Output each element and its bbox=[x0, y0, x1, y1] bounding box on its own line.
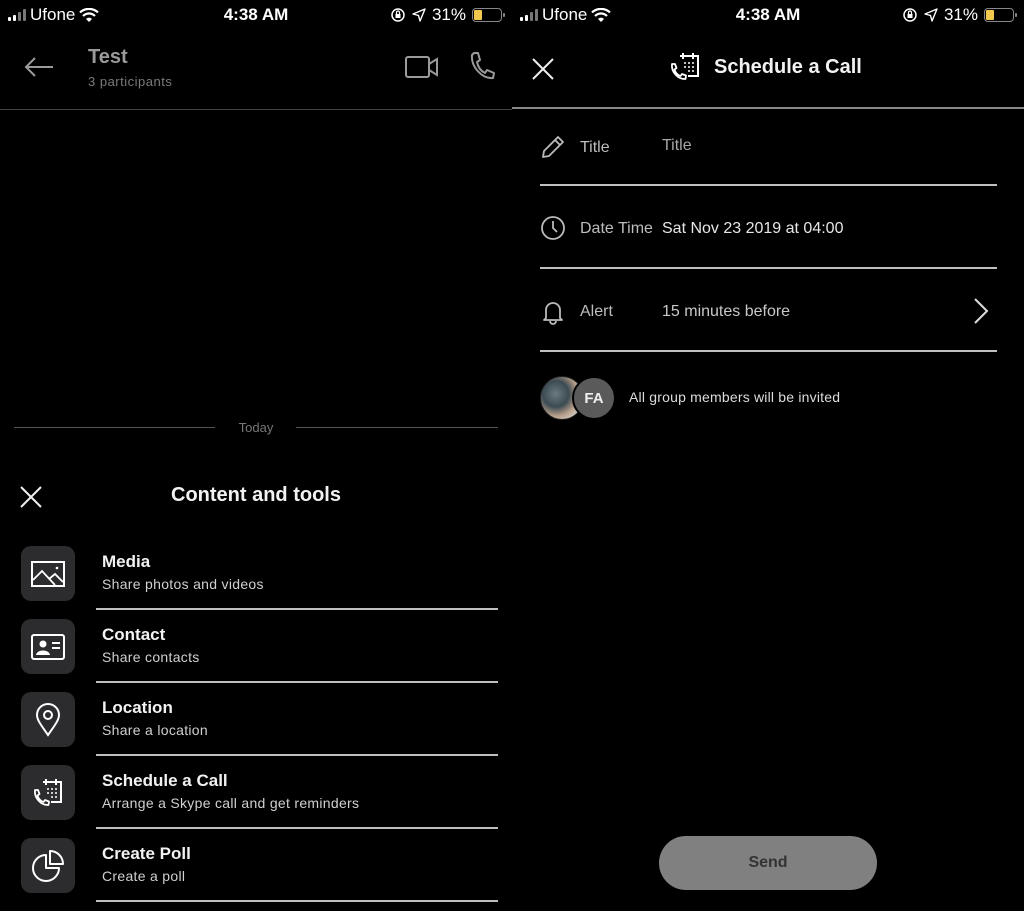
tool-description: Share photos and videos bbox=[102, 576, 264, 592]
chat-header: Test 3 participants bbox=[0, 36, 512, 110]
orientation-lock-icon bbox=[391, 8, 405, 22]
tool-description: Share a location bbox=[102, 722, 208, 738]
tool-label: Schedule a Call bbox=[102, 771, 228, 790]
invite-row: FA All group members will be invited bbox=[540, 374, 1000, 422]
tool-description: Arrange a Skype call and get reminders bbox=[102, 795, 360, 811]
schedule-title: Schedule a Call bbox=[714, 55, 862, 78]
schedule-title-group: Schedule a Call bbox=[668, 50, 862, 84]
status-right: 31% bbox=[902, 5, 1017, 25]
status-bar: Ufone 4:38 AM 31% bbox=[512, 0, 1024, 30]
battery-icon bbox=[472, 8, 505, 22]
bell-icon bbox=[543, 302, 563, 325]
send-button[interactable]: Send bbox=[659, 836, 877, 890]
schedule-call-screen: Ufone 4:38 AM 31% Schedule a Call Title … bbox=[512, 0, 1024, 911]
battery-icon bbox=[984, 8, 1017, 22]
chat-participants: 3 participants bbox=[88, 74, 173, 89]
tool-description: Share contacts bbox=[102, 649, 200, 665]
tool-label: Contact bbox=[102, 625, 166, 644]
video-call-icon[interactable] bbox=[404, 54, 440, 80]
content-tools-title: Content and tools bbox=[171, 484, 341, 506]
title-label: Title bbox=[580, 139, 610, 156]
close-icon[interactable] bbox=[530, 56, 556, 82]
separator bbox=[96, 827, 498, 829]
divider-line bbox=[296, 427, 498, 428]
tool-icon-tile bbox=[21, 619, 75, 674]
tool-icon-tile bbox=[21, 765, 75, 820]
separator bbox=[96, 754, 498, 756]
tool-item-location[interactable]: Location Share a location bbox=[0, 692, 512, 765]
datetime-value[interactable]: Sat Nov 23 2019 at 04:00 bbox=[662, 220, 843, 238]
tool-label: Media bbox=[102, 552, 151, 571]
tool-icon-tile bbox=[21, 546, 75, 601]
clock-icon bbox=[541, 216, 565, 240]
battery-percent: 31% bbox=[431, 5, 466, 24]
location-arrow-icon bbox=[924, 8, 938, 22]
tool-item-contact[interactable]: Contact Share contacts bbox=[0, 619, 512, 692]
chat-title[interactable]: Test bbox=[88, 46, 128, 69]
chat-screen: Ufone 4:38 AM 31% Test 3 participants To… bbox=[0, 0, 512, 911]
tool-label: Create Poll bbox=[102, 844, 191, 863]
orientation-lock-icon bbox=[903, 8, 917, 22]
avatar-initials: FA bbox=[572, 376, 616, 420]
back-arrow-icon[interactable] bbox=[22, 52, 56, 82]
battery-fill bbox=[986, 10, 995, 20]
invite-text: All group members will be invited bbox=[629, 389, 841, 405]
title-field-row[interactable]: Title Title bbox=[540, 104, 997, 186]
separator bbox=[96, 681, 498, 683]
status-bar: Ufone 4:38 AM 31% bbox=[0, 0, 512, 30]
alert-field-row[interactable]: Alert 15 minutes before bbox=[540, 270, 997, 352]
tool-description: Create a poll bbox=[102, 868, 186, 884]
poll-icon bbox=[32, 849, 64, 882]
image-icon bbox=[31, 560, 65, 587]
location-pin-icon bbox=[35, 702, 61, 737]
status-right: 31% bbox=[390, 5, 505, 25]
pencil-icon bbox=[542, 136, 564, 158]
battery-percent: 31% bbox=[943, 5, 978, 24]
title-input[interactable]: Title bbox=[662, 137, 692, 155]
datetime-label: Date Time bbox=[580, 220, 653, 237]
tool-icon-tile bbox=[21, 838, 75, 893]
datetime-field-row[interactable]: Date Time Sat Nov 23 2019 at 04:00 bbox=[540, 187, 997, 269]
date-divider: Today bbox=[14, 418, 498, 438]
phone-icon[interactable] bbox=[468, 50, 496, 82]
chevron-right-icon[interactable] bbox=[973, 297, 989, 325]
separator bbox=[96, 900, 498, 902]
schedule-call-icon bbox=[34, 778, 62, 806]
tool-label: Location bbox=[102, 698, 173, 717]
alert-value[interactable]: 15 minutes before bbox=[662, 303, 790, 321]
schedule-header: Schedule a Call bbox=[512, 36, 1024, 109]
location-arrow-icon bbox=[412, 8, 426, 22]
tool-item-schedule-call[interactable]: Schedule a Call Arrange a Skype call and… bbox=[0, 765, 512, 838]
separator bbox=[96, 608, 498, 610]
alert-label: Alert bbox=[580, 303, 613, 320]
battery-fill bbox=[474, 10, 483, 20]
tool-item-media[interactable]: Media Share photos and videos bbox=[0, 546, 512, 619]
tool-item-create-poll[interactable]: Create Poll Create a poll bbox=[0, 838, 512, 911]
tool-icon-tile bbox=[21, 692, 75, 747]
content-tools-header: Content and tools bbox=[0, 476, 512, 520]
contact-card-icon bbox=[31, 633, 65, 660]
schedule-call-icon bbox=[671, 53, 699, 80]
